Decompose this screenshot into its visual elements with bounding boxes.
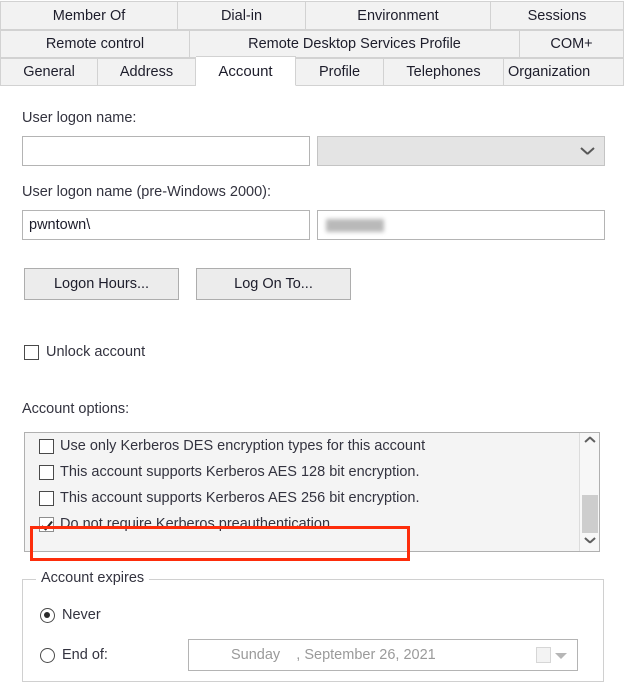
user-properties-dialog: Member Of Dial-in Environment Sessions R… [0, 0, 624, 682]
never-radio[interactable] [40, 608, 55, 623]
tab-remote-desktop-services-profile[interactable]: Remote Desktop Services Profile [190, 30, 520, 58]
log-on-to-button[interactable]: Log On To... [196, 268, 351, 300]
upn-suffix-combo[interactable] [317, 136, 605, 166]
tab-organization[interactable]: Organization [504, 58, 624, 86]
option-label: This account supports Kerberos AES 128 b… [60, 464, 419, 480]
scroll-down-button[interactable] [580, 530, 600, 550]
account-option-row-preauth[interactable]: Do not require Kerberos preauthenticatio… [25, 511, 599, 537]
account-options-scrollbar[interactable] [579, 433, 599, 551]
tab-general[interactable]: General [0, 58, 98, 86]
option-label: Use only Kerberos DES encryption types f… [60, 438, 425, 454]
account-expires-end-of-row[interactable]: End of: [40, 647, 108, 663]
tab-row-2: Remote control Remote Desktop Services P… [0, 30, 624, 58]
unlock-account-checkbox-row[interactable]: Unlock account [24, 344, 145, 360]
end-of-radio[interactable] [40, 648, 55, 663]
chevron-up-icon [585, 441, 595, 447]
tab-strip: Member Of Dial-in Environment Sessions R… [0, 0, 624, 86]
option-checkbox[interactable] [39, 439, 54, 454]
logon-hours-button[interactable]: Logon Hours... [24, 268, 179, 300]
account-option-row[interactable]: This account supports Kerberos AES 128 b… [25, 459, 599, 485]
triangle-down-icon[interactable] [555, 653, 567, 659]
account-expires-date-picker[interactable]: Sunday , September 26, 2021 [188, 639, 578, 671]
tab-address[interactable]: Address [98, 58, 196, 86]
pre-windows-2000-label: User logon name (pre-Windows 2000): [22, 184, 271, 200]
account-option-row[interactable]: Use only Kerberos DES encryption types f… [25, 433, 599, 459]
tab-row-1: Member Of Dial-in Environment Sessions [0, 1, 624, 30]
scrollbar-thumb[interactable] [582, 495, 598, 533]
option-checkbox[interactable] [39, 465, 54, 480]
option-label: Do not require Kerberos preauthenticatio… [60, 516, 330, 532]
end-of-label: End of: [62, 647, 108, 663]
unlock-account-checkbox[interactable] [24, 345, 39, 360]
tab-account[interactable]: Account [196, 56, 296, 86]
pre-windows-2000-domain-input[interactable]: pwntown\ [22, 210, 310, 240]
tab-row-3: General Address Account Profile Telephon… [0, 58, 624, 86]
option-label: This account supports Kerberos AES 256 b… [60, 490, 419, 506]
option-checkbox[interactable] [39, 491, 54, 506]
tab-sessions[interactable]: Sessions [491, 1, 624, 30]
never-label: Never [62, 607, 101, 623]
tab-telephones[interactable]: Telephones [384, 58, 504, 86]
date-value: Sunday , September 26, 2021 [189, 647, 436, 663]
account-options-label: Account options: [22, 401, 129, 417]
chevron-down-icon [585, 537, 595, 543]
user-logon-name-label: User logon name: [22, 110, 136, 126]
account-expires-title: Account expires [36, 570, 149, 586]
calendar-icon[interactable] [536, 647, 551, 663]
account-tab-panel: User logon name: User logon name (pre-Wi… [0, 86, 624, 682]
chevron-down-icon [581, 147, 594, 155]
account-expires-never-row[interactable]: Never [40, 607, 101, 623]
account-option-row[interactable]: This account supports Kerberos AES 256 b… [25, 485, 599, 511]
tab-com-plus[interactable]: COM+ [520, 30, 624, 58]
tab-remote-control[interactable]: Remote control [0, 30, 190, 58]
tab-environment[interactable]: Environment [306, 1, 491, 30]
user-logon-name-input[interactable] [22, 136, 310, 166]
scroll-up-button[interactable] [580, 434, 600, 454]
option-checkbox[interactable] [39, 517, 54, 532]
account-options-listbox[interactable]: Use only Kerberos DES encryption types f… [24, 432, 600, 552]
tab-profile[interactable]: Profile [296, 58, 384, 86]
tab-dial-in[interactable]: Dial-in [178, 1, 306, 30]
tab-member-of[interactable]: Member Of [0, 1, 178, 30]
unlock-account-label: Unlock account [46, 344, 145, 360]
pre-windows-2000-name-input[interactable] [317, 210, 605, 240]
redacted-value [326, 219, 384, 232]
